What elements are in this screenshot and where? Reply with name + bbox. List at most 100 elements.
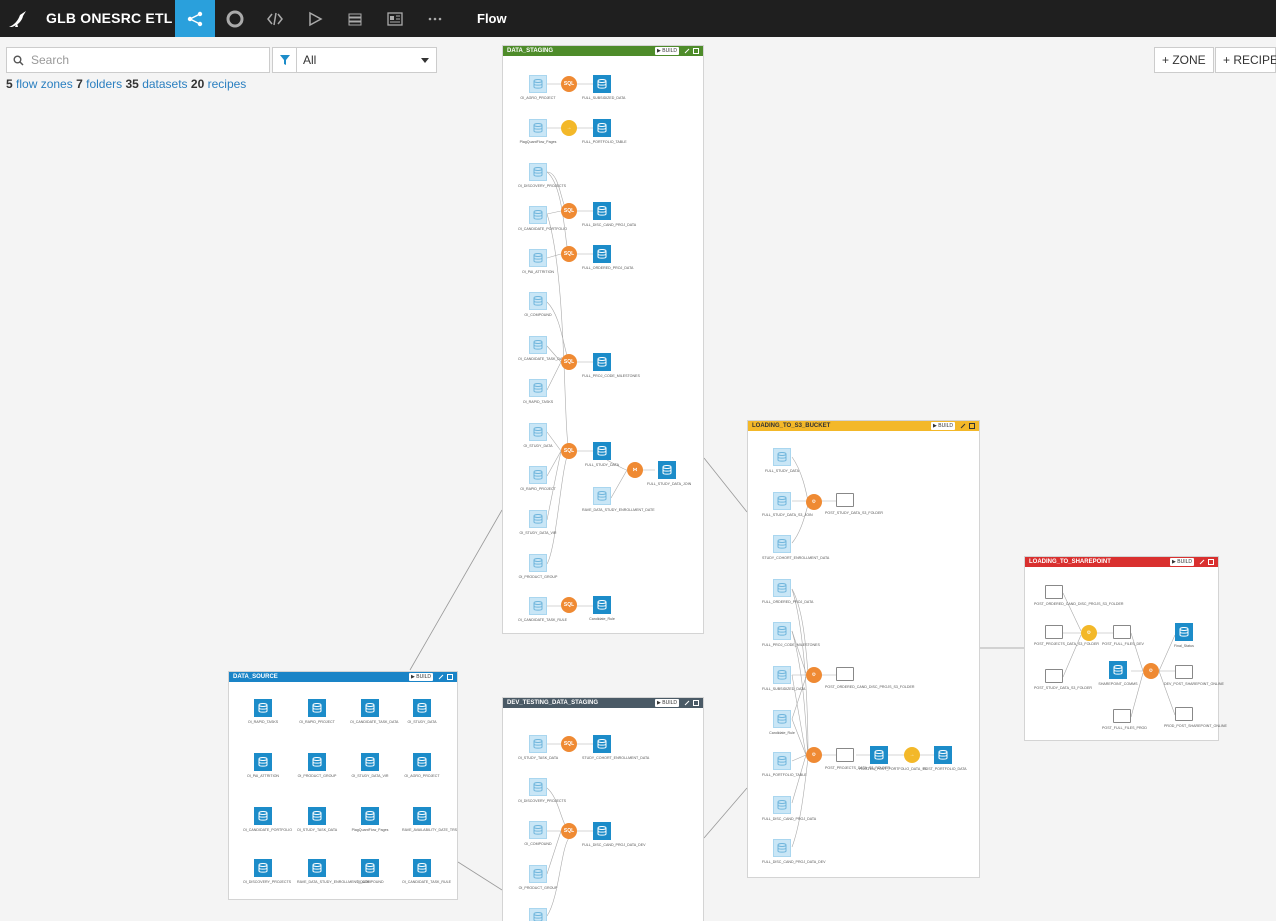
dataset-node[interactable] (529, 597, 547, 615)
dataset-node[interactable] (529, 336, 547, 354)
python-recipe-node[interactable]: → (904, 747, 920, 763)
expand-icon[interactable] (447, 674, 453, 680)
managed-folder-node[interactable] (1045, 669, 1063, 683)
dataset-node[interactable] (529, 908, 547, 921)
dataset-node[interactable] (413, 753, 431, 771)
dataset-node[interactable] (773, 535, 791, 553)
edit-dataset-node[interactable] (1109, 661, 1127, 679)
dataset-node[interactable] (773, 579, 791, 597)
dataset-node[interactable] (254, 807, 272, 825)
dataset-node[interactable] (593, 119, 611, 137)
dataset-node[interactable] (773, 666, 791, 684)
dataset-node[interactable] (361, 807, 379, 825)
dataset-node[interactable] (529, 423, 547, 441)
sql-recipe-node[interactable]: SQL (561, 597, 577, 613)
dataset-node[interactable] (529, 554, 547, 572)
dataset-node[interactable] (413, 699, 431, 717)
sql-recipe-node[interactable]: SQL (561, 203, 577, 219)
zone-data-staging[interactable]: DATA_STAGING ▶ BUILD OI_AGRO_PROJECT SQL… (502, 45, 704, 634)
export-recipe-node[interactable]: ⚙ (806, 667, 822, 683)
zone-dev-testing-data-staging[interactable]: DEV_TESTING_DATA_STAGING ▶ BUILD OI_STUD… (502, 697, 704, 921)
sql-recipe-node[interactable]: SQL (561, 354, 577, 370)
dataset-node[interactable] (773, 839, 791, 857)
folder-label: POST_FULL_FILES_PROD (1102, 726, 1147, 730)
dataset-node[interactable] (529, 379, 547, 397)
dataset-label: RAVE_AVAILABILITY_DATE_TRS (402, 828, 458, 832)
dataset-node[interactable] (773, 448, 791, 466)
dataset-node[interactable] (773, 710, 791, 728)
dataset-node[interactable] (361, 859, 379, 877)
sql-recipe-node[interactable]: SQL (561, 443, 577, 459)
dataset-node[interactable] (529, 119, 547, 137)
dataset-node[interactable] (529, 163, 547, 181)
managed-folder-node[interactable] (836, 667, 854, 681)
export-recipe-node[interactable]: ⚙ (1081, 625, 1097, 641)
dataset-label: Candidate_Rule (769, 731, 795, 735)
dataset-node[interactable] (773, 492, 791, 510)
dataset-node[interactable] (593, 822, 611, 840)
dataset-node[interactable] (529, 778, 547, 796)
dataset-node[interactable] (308, 859, 326, 877)
join-recipe-node[interactable]: ⋈ (627, 462, 643, 478)
zone-data-source[interactable]: DATA_SOURCE ▶ BUILD OI_RAPID_TASKS OI_RA… (228, 671, 458, 900)
dataset-node[interactable] (773, 752, 791, 770)
export-recipe-node[interactable]: ⚙ (1143, 663, 1159, 679)
dataset-node[interactable] (870, 746, 888, 764)
managed-folder-node[interactable] (836, 493, 854, 507)
dataset-node[interactable] (529, 510, 547, 528)
dataset-node[interactable] (658, 461, 676, 479)
dataset-node[interactable] (308, 753, 326, 771)
dataset-node[interactable] (593, 735, 611, 753)
managed-folder-node[interactable] (1113, 625, 1131, 639)
sql-recipe-node[interactable]: SQL (561, 76, 577, 92)
dataset-node[interactable] (529, 206, 547, 224)
python-recipe-node[interactable]: → (561, 120, 577, 136)
dataset-node[interactable] (773, 796, 791, 814)
dataset-label: OI_STUDY_TASK_DATA (297, 828, 338, 832)
managed-folder-node[interactable] (836, 748, 854, 762)
zone-loading-to-sharepoint[interactable]: LOADING_TO_SHAREPOINT ▶ BUILD POST_ORDER… (1024, 556, 1227, 741)
sql-recipe-node[interactable]: SQL (561, 246, 577, 262)
dataset-node[interactable] (413, 859, 431, 877)
dataset-node[interactable] (529, 865, 547, 883)
dataset-node[interactable] (308, 699, 326, 717)
edit-icon[interactable] (438, 674, 444, 680)
dataset-node[interactable] (593, 75, 611, 93)
dataset-node[interactable] (934, 746, 952, 764)
managed-folder-node[interactable] (1045, 625, 1063, 639)
dataset-node[interactable] (254, 753, 272, 771)
dataset-node[interactable] (593, 245, 611, 263)
dataset-label: OI_DISCOVERY_PROJECTS (243, 880, 292, 884)
export-recipe-node[interactable]: ⚙ (806, 747, 822, 763)
export-recipe-node[interactable]: ⚙ (806, 494, 822, 510)
dataset-node[interactable] (529, 466, 547, 484)
dataset-node[interactable] (593, 487, 611, 505)
dataset-node[interactable] (593, 596, 611, 614)
dataset-node[interactable] (529, 249, 547, 267)
dataset-node[interactable] (529, 735, 547, 753)
dataset-node[interactable] (361, 699, 379, 717)
dataset-node[interactable] (254, 699, 272, 717)
dataset-label: STUDY_COHORT_ENROLLMENT_DATA (582, 756, 650, 760)
sql-recipe-node[interactable]: SQL (561, 736, 577, 752)
dataset-node[interactable] (361, 753, 379, 771)
dataset-node[interactable] (254, 859, 272, 877)
dataset-node[interactable] (529, 75, 547, 93)
dataset-node[interactable] (308, 807, 326, 825)
dataset-node[interactable] (773, 622, 791, 640)
dataset-node[interactable] (413, 807, 431, 825)
sql-recipe-node[interactable]: SQL (561, 823, 577, 839)
dataset-node[interactable] (593, 353, 611, 371)
dataset-label: OI_COMPOUND (524, 842, 552, 846)
dataset-node[interactable] (529, 292, 547, 310)
managed-folder-node[interactable] (1175, 665, 1193, 679)
managed-folder-node[interactable] (1045, 585, 1063, 599)
dataset-node[interactable] (1175, 623, 1193, 641)
managed-folder-node[interactable] (1175, 707, 1193, 721)
zone-loading-to-s3-bucket[interactable]: LOADING_TO_S3_BUCKET ▶ BUILD FULL_STUDY_… (747, 420, 980, 878)
managed-folder-node[interactable] (1113, 709, 1131, 723)
zone-build-button[interactable]: ▶ BUILD (409, 673, 433, 681)
dataset-node[interactable] (529, 821, 547, 839)
dataset-node[interactable] (593, 442, 611, 460)
dataset-node[interactable] (593, 202, 611, 220)
